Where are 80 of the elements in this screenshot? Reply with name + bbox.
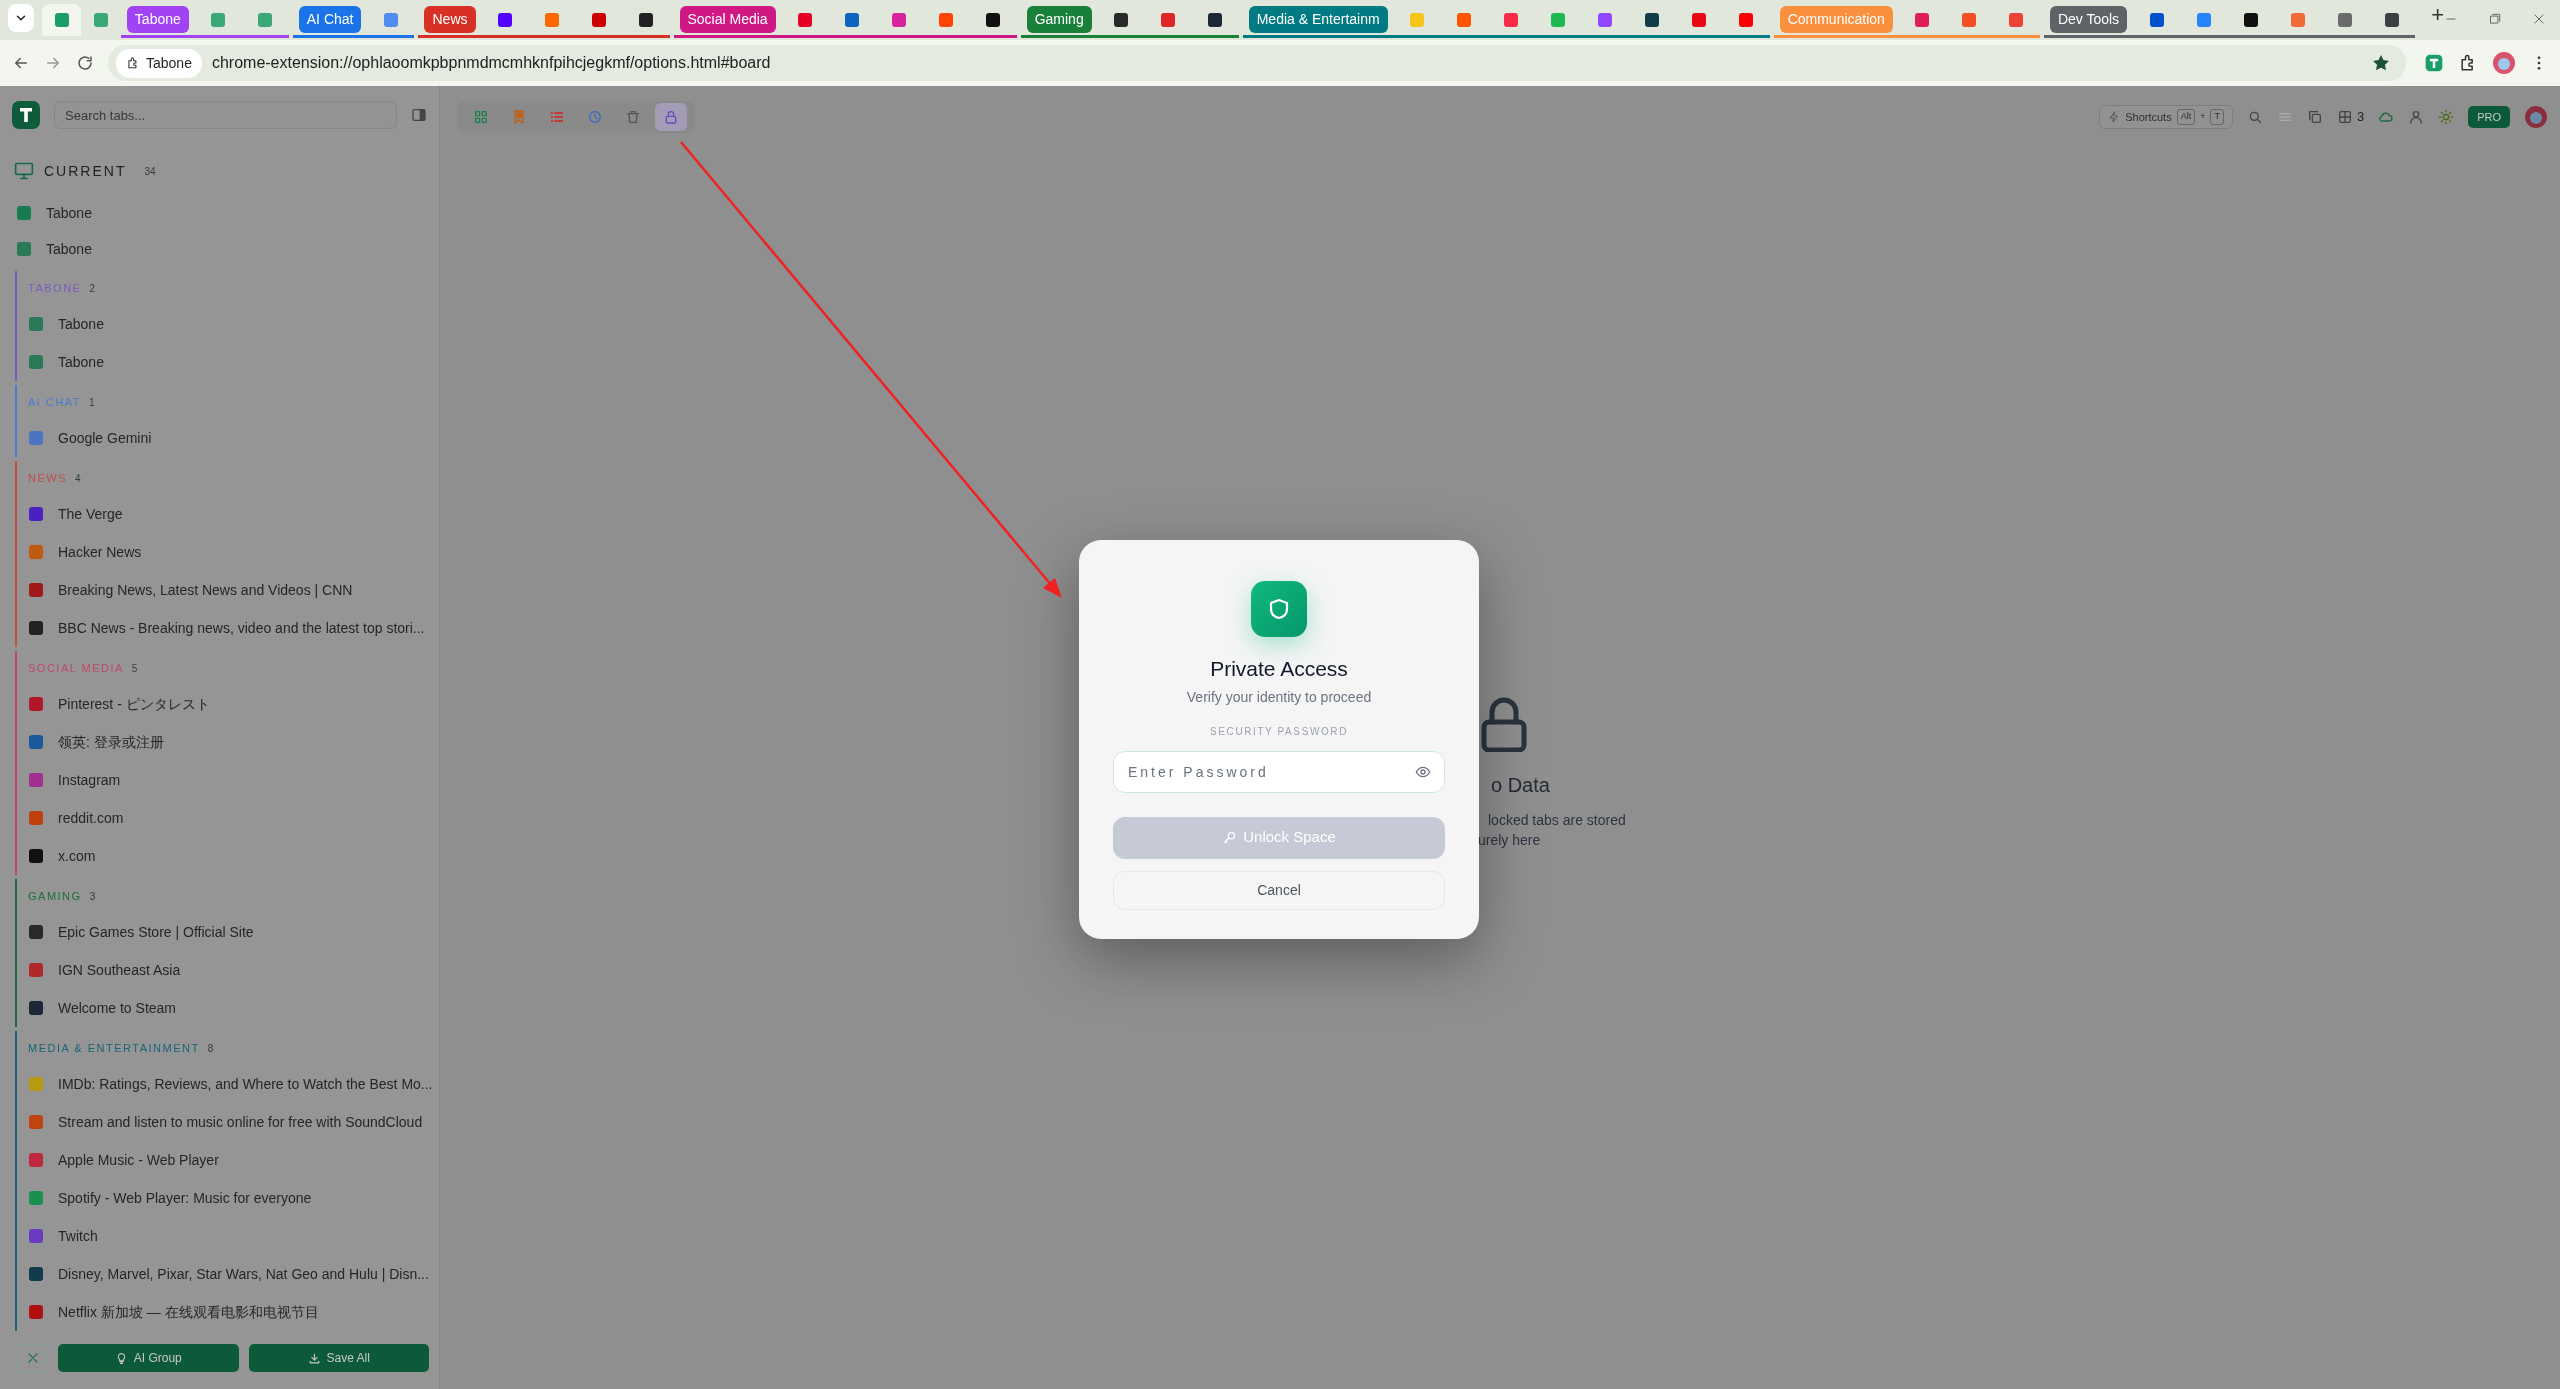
- site-chip[interactable]: Tabone: [116, 48, 202, 78]
- group-count: 2: [89, 281, 95, 296]
- plus-sign: +: [2200, 110, 2206, 124]
- field-label: SECURITY PASSWORD: [1210, 724, 1348, 739]
- tab-list-item[interactable]: Netflix 新加坡 — 在线观看电影和电视节目: [17, 1293, 439, 1331]
- save-all-button[interactable]: Save All: [248, 1344, 429, 1372]
- avatar-icon[interactable]: [2492, 51, 2516, 75]
- tab-list-item[interactable]: Tabone: [17, 305, 439, 343]
- empty-text: locked tabs are stored: [1488, 811, 1627, 830]
- close-icon[interactable]: [2532, 12, 2546, 26]
- bolt-icon: [2108, 111, 2121, 123]
- avatar-icon[interactable]: [2524, 105, 2548, 129]
- window-grid-icon[interactable]: [2336, 109, 2353, 125]
- copy-icon[interactable]: [2306, 109, 2323, 125]
- tab-group-label[interactable]: Social Media: [679, 6, 776, 33]
- group-count: 5: [131, 661, 138, 676]
- user-icon[interactable]: [2408, 109, 2425, 125]
- view-button[interactable]: [655, 103, 687, 131]
- plan-badge[interactable]: PRO: [2468, 105, 2510, 129]
- window-count: 3: [2356, 108, 2365, 127]
- empty-text: urely here: [1478, 831, 1542, 851]
- tab-list-item[interactable]: Google Gemini: [17, 419, 439, 457]
- group-count: 8: [207, 1041, 214, 1056]
- tab-list-item[interactable]: Disney, Marvel, Pixar, Star Wars, Nat Geo and Hulu | Disn...: [17, 1255, 439, 1293]
- reload-icon[interactable]: [76, 54, 94, 72]
- dialog-subtitle: Verify your identity to proceed: [1186, 687, 1372, 707]
- shortcuts-button[interactable]: Shortcuts Alt + T: [2099, 105, 2233, 129]
- tab-group-label[interactable]: Dev Tools: [2049, 6, 2128, 33]
- tab-list-item[interactable]: Stream and listen to music online for free with SoundCloud: [17, 1103, 439, 1141]
- restore-icon[interactable]: [2488, 12, 2502, 26]
- tab-list-item[interactable]: Breaking News, Latest News and Videos | CNN: [17, 571, 439, 609]
- tab-list-item[interactable]: Spotify - Web Player: Music for everyone: [17, 1179, 439, 1217]
- key-cap: T: [2210, 109, 2224, 125]
- tab-list-item[interactable]: Tabone: [0, 195, 439, 231]
- tab-search-button[interactable]: [8, 4, 34, 32]
- puzzle-icon: [126, 56, 140, 70]
- tab-group-label[interactable]: Media & Entertainm: [1248, 6, 1388, 33]
- tab-list-item[interactable]: 领英: 登录或注册: [17, 723, 439, 761]
- dialog-title: Private Access: [1210, 656, 1348, 682]
- group-count: 4: [75, 471, 81, 486]
- tab-list-item[interactable]: The Verge: [17, 495, 439, 533]
- group-count: 3: [89, 889, 96, 904]
- tab-list-item[interactable]: Tabone: [0, 231, 439, 267]
- new-tab-button[interactable]: +: [2431, 4, 2444, 26]
- download-icon: [307, 1351, 321, 1365]
- password-field[interactable]: Enter Password: [1113, 750, 1445, 793]
- tab-list-item[interactable]: Tabone: [17, 343, 439, 381]
- ai-group-button[interactable]: AI Group: [58, 1344, 239, 1372]
- tab-group-label[interactable]: News: [424, 6, 476, 33]
- cancel-button[interactable]: Cancel: [1113, 870, 1445, 910]
- panel-toggle-icon[interactable]: [411, 107, 427, 123]
- tab-list-item[interactable]: Pinterest - ピンタレスト: [17, 685, 439, 723]
- group-count: 1: [89, 395, 95, 410]
- monitor-icon: [14, 161, 34, 181]
- url-text[interactable]: chrome-extension://ophlaoomkpbpnmdmcmhknfpihcjegkmf/options.html#board: [211, 51, 771, 75]
- tab-list-item[interactable]: BBC News - Breaking news, video and the latest top stori...: [17, 609, 439, 647]
- tab-list-item[interactable]: Twitch: [17, 1217, 439, 1255]
- tab-list-item[interactable]: Epic Games Store | Official Site: [17, 913, 439, 951]
- tab-count: 34: [144, 164, 156, 179]
- tab-list-item[interactable]: Instagram: [17, 761, 439, 799]
- empty-title: o Data: [1491, 773, 1551, 798]
- tab-list-item[interactable]: x.com: [17, 837, 439, 875]
- tab-list-item[interactable]: IGN Southeast Asia: [17, 951, 439, 989]
- section-title: CURRENT: [44, 161, 127, 181]
- logo-icon: [12, 101, 40, 129]
- tab-list-item[interactable]: IMDb: Ratings, Reviews, and Where to Watch the Best Mo...: [17, 1065, 439, 1103]
- tab-list-item[interactable]: Welcome to Steam: [17, 989, 439, 1027]
- search-field[interactable]: Search tabs...: [54, 101, 397, 129]
- star-icon[interactable]: [2372, 54, 2390, 72]
- key-cap: Alt: [2176, 109, 2196, 125]
- key-icon: [1222, 830, 1238, 845]
- close-icon: [26, 1351, 40, 1365]
- shield-icon: [1267, 597, 1291, 621]
- tab-list-item[interactable]: reddit.com: [17, 799, 439, 837]
- extension-icon[interactable]: [2424, 53, 2444, 73]
- tab-list-item[interactable]: Hacker News: [17, 533, 439, 571]
- tab-list-item[interactable]: Apple Music - Web Player: [17, 1141, 439, 1179]
- tab-group-label[interactable]: Tabone: [126, 6, 189, 33]
- tab-group-label[interactable]: Gaming: [1026, 6, 1092, 33]
- tab-group-label[interactable]: AI Chat: [298, 6, 362, 33]
